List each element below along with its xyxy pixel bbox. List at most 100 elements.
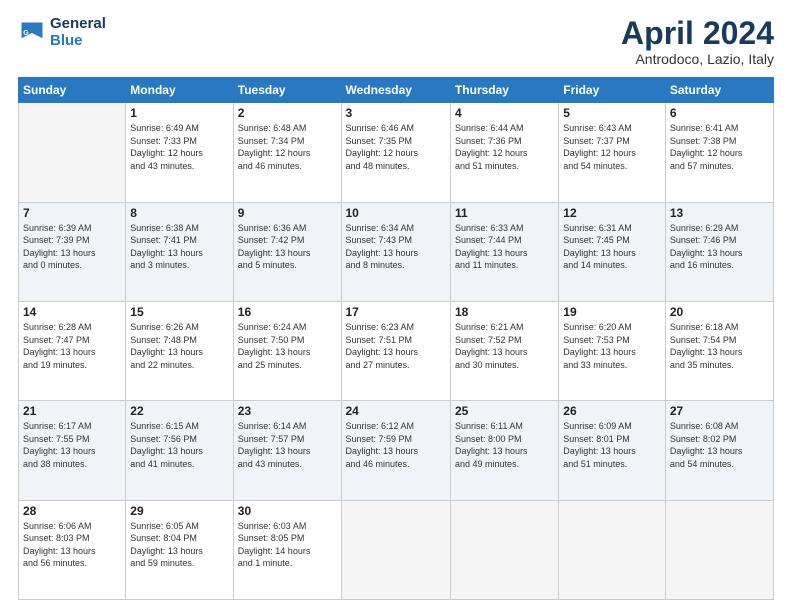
logo-text: General Blue bbox=[50, 16, 106, 49]
day-info: Sunrise: 6:14 AM Sunset: 7:57 PM Dayligh… bbox=[238, 420, 337, 470]
logo: G General Blue bbox=[18, 16, 106, 49]
calendar-day-cell: 7 Sunrise: 6:39 AM Sunset: 7:39 PM Daylig… bbox=[19, 202, 126, 301]
day-number: 9 bbox=[238, 206, 337, 220]
calendar-day-cell: 12Sunrise: 6:31 AM Sunset: 7:45 PM Dayli… bbox=[559, 202, 666, 301]
day-number: 25 bbox=[455, 404, 554, 418]
day-info: Sunrise: 6:28 AM Sunset: 7:47 PM Dayligh… bbox=[23, 321, 121, 371]
calendar-day-cell: 21 Sunrise: 6:17 AM Sunset: 7:55 PM Dayli… bbox=[19, 401, 126, 500]
calendar-day-cell: 8 Sunrise: 6:38 AM Sunset: 7:41 PM Daylig… bbox=[126, 202, 233, 301]
day-number: 16 bbox=[238, 305, 337, 319]
calendar-day-cell: 19 Sunrise: 6:20 AM Sunset: 7:53 PM Dayli… bbox=[559, 301, 666, 400]
calendar-day-cell: 25 Sunrise: 6:11 AM Sunset: 8:00 PM Dayli… bbox=[450, 401, 558, 500]
day-number: 12 bbox=[563, 206, 661, 220]
calendar-day-cell: 5Sunrise: 6:43 AM Sunset: 7:37 PM Daylig… bbox=[559, 103, 666, 202]
day-number: 14 bbox=[23, 305, 121, 319]
day-info: Sunrise: 6:24 AM Sunset: 7:50 PM Dayligh… bbox=[238, 321, 337, 371]
day-info: Sunrise: 6:08 AM Sunset: 8:02 PM Dayligh… bbox=[670, 420, 769, 470]
calendar-day-cell bbox=[559, 500, 666, 599]
calendar-day-cell: 15Sunrise: 6:26 AM Sunset: 7:48 PM Dayli… bbox=[126, 301, 233, 400]
day-info: Sunrise: 6:43 AM Sunset: 7:37 PM Dayligh… bbox=[563, 122, 661, 172]
header-wednesday: Wednesday bbox=[341, 78, 450, 103]
location: Antrodoco, Lazio, Italy bbox=[621, 51, 774, 67]
day-info: Sunrise: 6:06 AM Sunset: 8:03 PM Dayligh… bbox=[23, 520, 121, 570]
header-friday: Friday bbox=[559, 78, 666, 103]
calendar-day-cell: 30Sunrise: 6:03 AM Sunset: 8:05 PM Dayli… bbox=[233, 500, 341, 599]
calendar-day-cell: 11 Sunrise: 6:33 AM Sunset: 7:44 PM Dayli… bbox=[450, 202, 558, 301]
day-number: 20 bbox=[670, 305, 769, 319]
day-number: 7 bbox=[23, 206, 121, 220]
day-number: 22 bbox=[130, 404, 228, 418]
day-number: 29 bbox=[130, 504, 228, 518]
calendar-day-cell: 17 Sunrise: 6:23 AM Sunset: 7:51 PM Dayli… bbox=[341, 301, 450, 400]
day-info: Sunrise: 6:03 AM Sunset: 8:05 PM Dayligh… bbox=[238, 520, 337, 570]
calendar-day-cell: 29 Sunrise: 6:05 AM Sunset: 8:04 PM Dayli… bbox=[126, 500, 233, 599]
day-number: 21 bbox=[23, 404, 121, 418]
header-saturday: Saturday bbox=[665, 78, 773, 103]
calendar-day-cell: 26 Sunrise: 6:09 AM Sunset: 8:01 PM Dayli… bbox=[559, 401, 666, 500]
logo-icon: G bbox=[18, 19, 46, 47]
calendar-day-cell: 2Sunrise: 6:48 AM Sunset: 7:34 PM Daylig… bbox=[233, 103, 341, 202]
day-number: 10 bbox=[346, 206, 446, 220]
calendar-day-cell: 18Sunrise: 6:21 AM Sunset: 7:52 PM Dayli… bbox=[450, 301, 558, 400]
header-monday: Monday bbox=[126, 78, 233, 103]
calendar-day-cell bbox=[19, 103, 126, 202]
day-number: 27 bbox=[670, 404, 769, 418]
calendar-day-cell: 23Sunrise: 6:14 AM Sunset: 7:57 PM Dayli… bbox=[233, 401, 341, 500]
day-info: Sunrise: 6:21 AM Sunset: 7:52 PM Dayligh… bbox=[455, 321, 554, 371]
weekday-header-row: Sunday Monday Tuesday Wednesday Thursday… bbox=[19, 78, 774, 103]
calendar-week-row: 1 Sunrise: 6:49 AM Sunset: 7:33 PM Daylig… bbox=[19, 103, 774, 202]
day-number: 8 bbox=[130, 206, 228, 220]
day-info: Sunrise: 6:12 AM Sunset: 7:59 PM Dayligh… bbox=[346, 420, 446, 470]
calendar-week-row: 7 Sunrise: 6:39 AM Sunset: 7:39 PM Daylig… bbox=[19, 202, 774, 301]
day-info: Sunrise: 6:33 AM Sunset: 7:44 PM Dayligh… bbox=[455, 222, 554, 272]
day-info: Sunrise: 6:49 AM Sunset: 7:33 PM Dayligh… bbox=[130, 122, 228, 172]
day-number: 2 bbox=[238, 106, 337, 120]
calendar-week-row: 28Sunrise: 6:06 AM Sunset: 8:03 PM Dayli… bbox=[19, 500, 774, 599]
day-info: Sunrise: 6:44 AM Sunset: 7:36 PM Dayligh… bbox=[455, 122, 554, 172]
calendar-day-cell: 9 Sunrise: 6:36 AM Sunset: 7:42 PM Daylig… bbox=[233, 202, 341, 301]
day-info: Sunrise: 6:05 AM Sunset: 8:04 PM Dayligh… bbox=[130, 520, 228, 570]
day-number: 11 bbox=[455, 206, 554, 220]
svg-text:G: G bbox=[23, 29, 29, 36]
day-number: 4 bbox=[455, 106, 554, 120]
day-info: Sunrise: 6:23 AM Sunset: 7:51 PM Dayligh… bbox=[346, 321, 446, 371]
month-title: April 2024 bbox=[621, 16, 774, 51]
calendar-table: Sunday Monday Tuesday Wednesday Thursday… bbox=[18, 77, 774, 600]
day-info: Sunrise: 6:29 AM Sunset: 7:46 PM Dayligh… bbox=[670, 222, 769, 272]
calendar-day-cell: 13Sunrise: 6:29 AM Sunset: 7:46 PM Dayli… bbox=[665, 202, 773, 301]
day-info: Sunrise: 6:11 AM Sunset: 8:00 PM Dayligh… bbox=[455, 420, 554, 470]
calendar-day-cell: 4 Sunrise: 6:44 AM Sunset: 7:36 PM Daylig… bbox=[450, 103, 558, 202]
title-block: April 2024 Antrodoco, Lazio, Italy bbox=[621, 16, 774, 67]
day-number: 19 bbox=[563, 305, 661, 319]
calendar-day-cell: 10 Sunrise: 6:34 AM Sunset: 7:43 PM Dayli… bbox=[341, 202, 450, 301]
day-info: Sunrise: 6:18 AM Sunset: 7:54 PM Dayligh… bbox=[670, 321, 769, 371]
calendar-day-cell bbox=[341, 500, 450, 599]
day-number: 17 bbox=[346, 305, 446, 319]
day-info: Sunrise: 6:46 AM Sunset: 7:35 PM Dayligh… bbox=[346, 122, 446, 172]
calendar-day-cell: 28Sunrise: 6:06 AM Sunset: 8:03 PM Dayli… bbox=[19, 500, 126, 599]
calendar-day-cell bbox=[665, 500, 773, 599]
calendar-day-cell: 22 Sunrise: 6:15 AM Sunset: 7:56 PM Dayli… bbox=[126, 401, 233, 500]
calendar-day-cell bbox=[450, 500, 558, 599]
calendar-day-cell: 16 Sunrise: 6:24 AM Sunset: 7:50 PM Dayli… bbox=[233, 301, 341, 400]
header-sunday: Sunday bbox=[19, 78, 126, 103]
day-number: 1 bbox=[130, 106, 228, 120]
day-info: Sunrise: 6:26 AM Sunset: 7:48 PM Dayligh… bbox=[130, 321, 228, 371]
calendar-page: G General Blue April 2024 Antrodoco, Laz… bbox=[0, 0, 792, 612]
day-info: Sunrise: 6:17 AM Sunset: 7:55 PM Dayligh… bbox=[23, 420, 121, 470]
day-info: Sunrise: 6:39 AM Sunset: 7:39 PM Dayligh… bbox=[23, 222, 121, 272]
day-info: Sunrise: 6:15 AM Sunset: 7:56 PM Dayligh… bbox=[130, 420, 228, 470]
calendar-day-cell: 3Sunrise: 6:46 AM Sunset: 7:35 PM Daylig… bbox=[341, 103, 450, 202]
day-info: Sunrise: 6:38 AM Sunset: 7:41 PM Dayligh… bbox=[130, 222, 228, 272]
day-info: Sunrise: 6:09 AM Sunset: 8:01 PM Dayligh… bbox=[563, 420, 661, 470]
day-number: 26 bbox=[563, 404, 661, 418]
day-info: Sunrise: 6:36 AM Sunset: 7:42 PM Dayligh… bbox=[238, 222, 337, 272]
header: G General Blue April 2024 Antrodoco, Laz… bbox=[18, 16, 774, 67]
day-number: 24 bbox=[346, 404, 446, 418]
day-info: Sunrise: 6:20 AM Sunset: 7:53 PM Dayligh… bbox=[563, 321, 661, 371]
calendar-day-cell: 20 Sunrise: 6:18 AM Sunset: 7:54 PM Dayli… bbox=[665, 301, 773, 400]
calendar-day-cell: 27 Sunrise: 6:08 AM Sunset: 8:02 PM Dayli… bbox=[665, 401, 773, 500]
calendar-day-cell: 1 Sunrise: 6:49 AM Sunset: 7:33 PM Daylig… bbox=[126, 103, 233, 202]
day-number: 6 bbox=[670, 106, 769, 120]
day-info: Sunrise: 6:34 AM Sunset: 7:43 PM Dayligh… bbox=[346, 222, 446, 272]
